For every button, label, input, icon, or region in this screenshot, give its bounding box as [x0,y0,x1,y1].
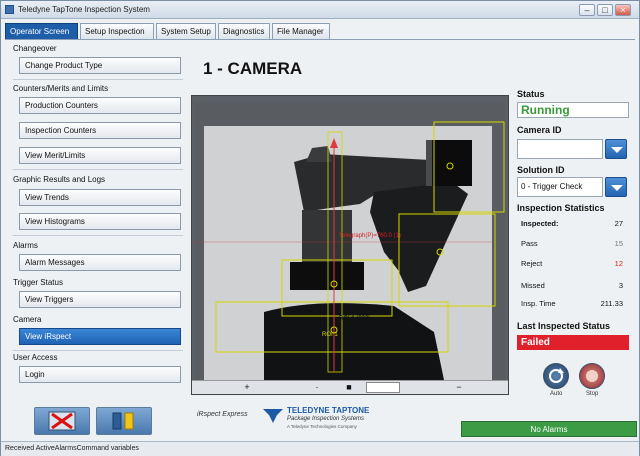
section-changeover: Changeover [13,44,57,53]
stop-label: Stop [586,391,599,397]
refresh-icon [549,368,564,383]
chevron-down-icon[interactable] [605,177,627,197]
stat-value: 12 [614,259,623,268]
teledyne-logo-icon [263,409,283,423]
chevron-down-icon[interactable] [605,139,627,159]
sidebar: Changeover Change Product Type Counters/… [9,41,185,387]
stop-icon[interactable]: ■ [342,382,356,393]
stat-key: Inspected: [521,219,559,228]
step-button[interactable]: · [310,382,324,393]
section-trigger-status: Trigger Status [13,278,63,287]
camera-id-select[interactable] [517,139,629,159]
brand-tagline: Package Inspection Systems [287,416,365,422]
window-title: Teledyne TapTone Inspection System [18,5,150,14]
status-label: Status [517,89,545,99]
stat-value: 211.33 [600,299,623,308]
solution-id-label: Solution ID [517,165,565,175]
inspection-counters-button[interactable]: Inspection Counters [19,122,181,139]
minimize-button[interactable]: – [579,4,595,16]
overlay-label-2: ROI 1 (300) [339,316,370,322]
app-window: Teledyne TapTone Inspection System – □ ×… [0,0,640,456]
camera-id-field[interactable] [517,139,603,159]
brand-subtitle: A Teledyne Technologies Company [287,424,357,429]
stat-value: 27 [614,219,623,228]
login-button[interactable]: Login [19,366,181,383]
divider [13,79,183,80]
section-camera: Camera [13,315,42,324]
stop-hand-icon [586,370,598,382]
viewer-slider[interactable] [366,382,400,393]
divider [13,350,183,351]
section-user-access: User Access [13,353,58,362]
alarm-status-indicator: No Alarms [461,421,637,437]
camera-viewer[interactable]: Telegraph(P)=760.0 (1) ROI 1 (300) ROI 1… [191,95,509,395]
page-title: 1 - CAMERA [203,59,303,78]
view-merit-limits-button[interactable]: View Merit/Limits [19,147,181,164]
change-product-type-button[interactable]: Change Product Type [19,57,181,74]
status-bar: Received ActiveAlarmsCommand variables [1,441,639,456]
product-name: iRspect Express [197,411,248,418]
auto-label: Auto [550,391,563,397]
section-graphic-results: Graphic Results and Logs [13,175,106,184]
view-triggers-button[interactable]: View Triggers [19,291,181,308]
section-alarms: Alarms [13,241,38,250]
tab-diagnostics[interactable]: Diagnostics [218,23,270,39]
last-inspected-status-value: Failed [517,335,629,350]
app-icon [5,5,14,14]
solution-id-field[interactable]: 0 - Trigger Check [517,177,603,197]
tab-operator-screen[interactable]: Operator Screen [5,23,78,39]
zoom-in-button[interactable]: + [240,382,254,393]
auto-button[interactable] [543,363,569,389]
brand-name: TELEDYNE TAPTONE [287,406,370,415]
tools-button[interactable] [96,407,152,435]
camera-id-label: Camera ID [517,125,562,135]
stat-key: Missed [521,281,545,290]
clear-counters-button[interactable] [34,407,90,435]
status-value: Running [517,102,629,118]
solution-id-select[interactable]: 0 - Trigger Check [517,177,629,197]
stat-key: Pass [521,239,538,248]
view-trends-button[interactable]: View Trends [19,189,181,206]
close-button[interactable]: × [615,4,631,16]
tab-file-manager[interactable]: File Manager [272,23,330,39]
last-inspected-status-label: Last Inspected Status [517,321,611,331]
production-counters-button[interactable]: Production Counters [19,97,181,114]
divider [13,169,183,170]
right-panel: Status Running Camera ID Solution ID 0 -… [517,87,635,397]
tab-divider [5,39,635,40]
tools-icon [112,412,134,430]
alarm-messages-button[interactable]: Alarm Messages [19,254,181,271]
brand-footer: iRspect Express TELEDYNE TAPTONE Package… [197,403,437,431]
tab-setup-inspection[interactable]: Setup Inspection [80,23,154,39]
stat-key: Reject [521,259,543,268]
stop-button[interactable] [579,363,605,389]
view-irspect-button[interactable]: View iRspect [19,328,181,345]
overlay-label-1: Telegraph(P)=760.0 (1) [339,233,401,239]
viewer-toolbar: + · ■ − [192,380,508,394]
maximize-button[interactable]: □ [597,4,613,16]
overlay-label-3: ROI 1 [322,332,338,338]
stat-value: 3 [618,281,623,290]
inspection-image-graphic: Telegraph(P)=760.0 (1) ROI 1 (300) ROI 1 [194,102,506,380]
zoom-out-button[interactable]: − [452,382,466,393]
view-histograms-button[interactable]: View Histograms [19,213,181,230]
inspection-statistics-label: Inspection Statistics [517,203,605,213]
stat-key: Insp. Time [521,299,556,308]
divider [13,235,183,236]
clear-icon [48,411,76,431]
camera-image[interactable]: Telegraph(P)=760.0 (1) ROI 1 (300) ROI 1 [194,102,506,380]
title-bar: Teledyne TapTone Inspection System – □ × [1,1,639,19]
section-counters: Counters/Merits and Limits [13,84,109,93]
tab-system-setup[interactable]: System Setup [156,23,216,39]
stat-value: 15 [614,239,623,248]
